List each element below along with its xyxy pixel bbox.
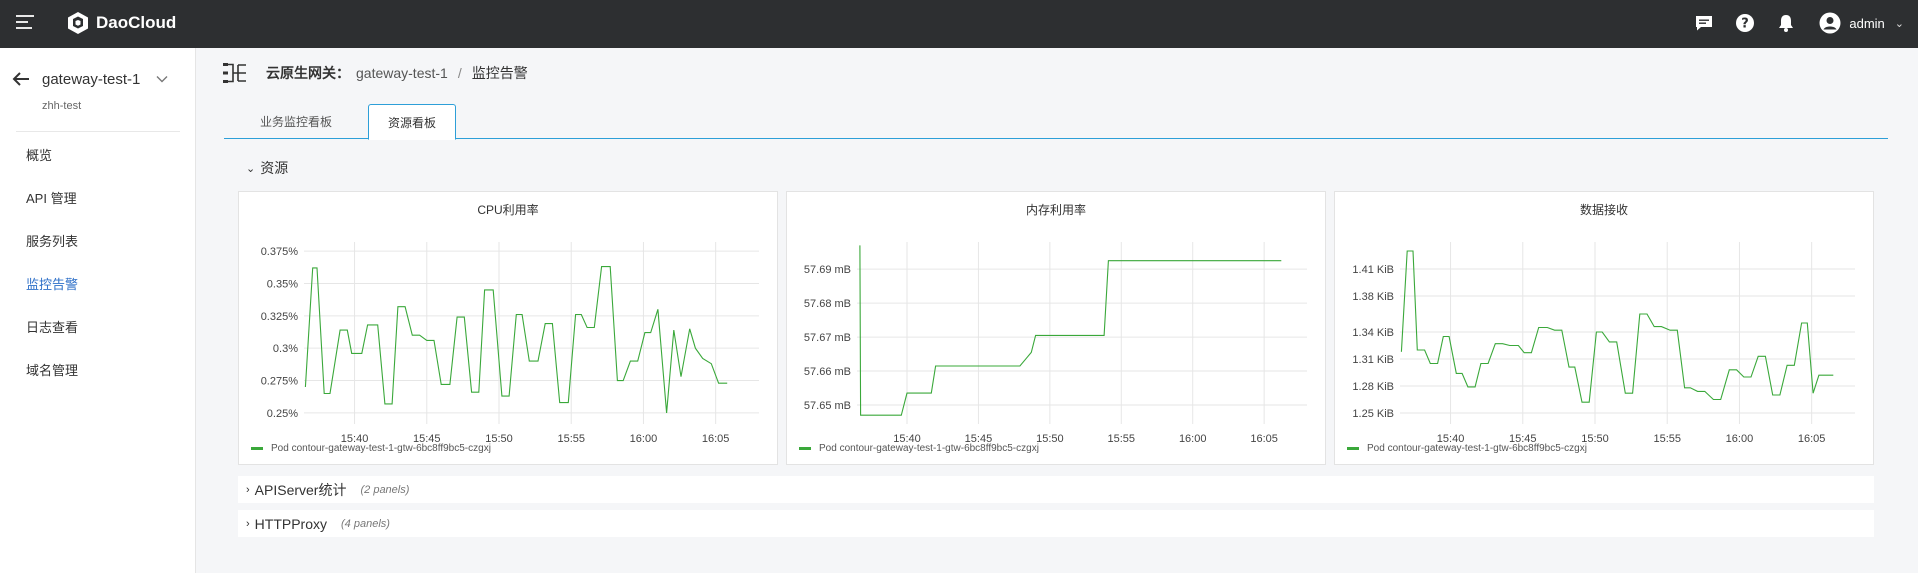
sidebar-item-domains[interactable]: 域名管理 — [26, 360, 78, 379]
daocloud-logo-icon — [68, 12, 88, 34]
x-tick-label: 15:50 — [1036, 433, 1064, 445]
help-icon[interactable]: ? — [1734, 12, 1756, 34]
y-tick-label: 1.41 KiB — [1352, 264, 1394, 276]
x-tick-label: 15:55 — [1653, 433, 1681, 445]
y-tick-label: 1.34 KiB — [1352, 327, 1394, 339]
gateway-icon — [223, 63, 246, 83]
sidebar-item-api-management[interactable]: API 管理 — [26, 188, 77, 207]
chart-svg: 57.69 mB 57.68 mB 57.67 mB 57.66 mB 57.65 mB… — [804, 242, 1307, 445]
y-tick-label: 57.68 mB — [804, 298, 851, 310]
sidebar: gateway-test-1 zhh-test 概览 API 管理 服务列表 监… — [0, 48, 196, 573]
series-line — [859, 245, 1282, 416]
top-bar: DaoCloud ? admin ⌄ — [0, 0, 1918, 48]
breadcrumb-root: 云原生网关： — [266, 65, 350, 81]
y-tick-label: 0.3% — [273, 343, 298, 355]
y-tick-label: 0.25% — [267, 408, 298, 420]
back-arrow-icon[interactable] — [12, 71, 30, 87]
chevron-down-icon: ⌄ — [246, 162, 256, 175]
section-httpproxy-toggle[interactable]: › HTTPProxy (4 panels) — [246, 516, 390, 532]
y-tick-label: 0.325% — [261, 311, 299, 323]
gateway-namespace: zhh-test — [42, 100, 82, 112]
sidebar-item-monitoring[interactable]: 监控告警 — [26, 274, 78, 293]
sidebar-item-overview[interactable]: 概览 — [26, 145, 52, 164]
y-tick-label: 1.38 KiB — [1352, 291, 1394, 303]
chevron-right-icon: › — [246, 484, 250, 496]
x-tick-label: 15:55 — [557, 433, 585, 445]
series-line — [304, 266, 728, 413]
gateway-name: gateway-test-1 — [42, 70, 141, 88]
sidebar-item-service-list[interactable]: 服务列表 — [26, 231, 78, 250]
chevron-down-icon[interactable] — [156, 75, 168, 83]
y-tick-label: 0.375% — [261, 246, 299, 258]
panel-count: (2 panels) — [360, 484, 410, 496]
y-tick-label: 0.275% — [261, 376, 299, 388]
legend-swatch — [251, 447, 263, 450]
y-tick-label: 1.31 KiB — [1352, 354, 1394, 366]
svg-text:?: ? — [1742, 17, 1750, 32]
brand-logo[interactable]: DaoCloud — [66, 11, 176, 35]
panel-count: (4 panels) — [341, 518, 390, 530]
section-title: APIServer统计 — [254, 482, 347, 498]
chevron-down-icon[interactable]: ⌄ — [1895, 17, 1904, 30]
y-tick-label: 57.66 mB — [804, 366, 851, 378]
legend-label: Pod contour-gateway-test-1-gtw-6bc8ff9bc… — [271, 443, 491, 454]
breadcrumb-separator: / — [457, 65, 462, 81]
chart-panel-memory: 内存利用率 57.69 mB 57.68 mB 57.67 mB 57.66 mB 57… — [786, 191, 1326, 465]
x-tick-label: 15:55 — [1108, 433, 1136, 445]
y-tick-label: 1.25 KiB — [1352, 408, 1394, 420]
legend-swatch — [1347, 447, 1359, 450]
tab-resource-dashboard[interactable]: 资源看板 — [368, 104, 456, 140]
y-tick-label: 1.28 KiB — [1352, 381, 1394, 393]
y-tick-label: 57.65 mB — [804, 400, 851, 412]
legend-label: Pod contour-gateway-test-1-gtw-6bc8ff9bc… — [1367, 443, 1587, 454]
chart-svg: 0.375%0.35%0.325%0.3%0.275%0.25%15:40 15:… — [261, 242, 759, 445]
x-tick-label: 16:05 — [1250, 433, 1278, 445]
chart-legend[interactable]: Pod contour-gateway-test-1-gtw-6bc8ff9bc… — [251, 443, 491, 454]
chart-legend[interactable]: Pod contour-gateway-test-1-gtw-6bc8ff9bc… — [799, 443, 1039, 454]
chart-panel-data-received: 数据接收 1.41 KiB 1.38 KiB 1.34 KiB 1.31 KiB 1.2… — [1334, 191, 1874, 465]
user-name[interactable]: admin — [1849, 16, 1884, 31]
user-avatar-icon[interactable] — [1819, 12, 1841, 34]
x-tick-label: 16:05 — [702, 433, 730, 445]
divider — [16, 131, 180, 132]
chevron-right-icon: › — [246, 518, 250, 530]
section-resources-toggle[interactable]: ⌄ 资源 — [246, 158, 288, 178]
x-tick-label: 16:00 — [1179, 433, 1207, 445]
gateway-switcher[interactable]: gateway-test-1 — [12, 68, 184, 90]
legend-swatch — [799, 447, 811, 450]
chart-panel-cpu: CPU利用率 0.375% 0.35% 0.325% 0.3% 0.275% 0.25% 1… — [238, 191, 778, 465]
y-tick-label: 0.35% — [267, 278, 298, 290]
breadcrumb-current: 监控告警 — [471, 65, 528, 81]
section-title: HTTPProxy — [254, 516, 328, 532]
legend-label: Pod contour-gateway-test-1-gtw-6bc8ff9bc… — [819, 443, 1039, 454]
x-tick-label: 16:00 — [1726, 433, 1754, 445]
tab-business-dashboard[interactable]: 业务监控看板 — [224, 104, 368, 139]
message-icon[interactable] — [1693, 12, 1715, 34]
bell-icon[interactable] — [1775, 12, 1797, 34]
sidebar-item-logs[interactable]: 日志查看 — [26, 317, 78, 336]
dashboard-tabs: 业务监控看板 资源看板 — [224, 104, 1888, 140]
section-apiserver-toggle[interactable]: › APIServer统计 (2 panels) — [246, 480, 409, 500]
breadcrumb: 云原生网关： gateway-test-1 / 监控告警 — [222, 62, 528, 84]
section-httpproxy-row[interactable] — [238, 510, 1874, 537]
x-tick-label: 16:05 — [1798, 433, 1826, 445]
y-tick-label: 57.69 mB — [804, 264, 851, 276]
chart-svg: 1.41 KiB 1.38 KiB 1.34 KiB 1.31 KiB 1.28 KiB… — [1352, 242, 1855, 445]
y-tick-label: 57.67 mB — [804, 332, 851, 344]
breadcrumb-gateway[interactable]: gateway-test-1 — [356, 65, 448, 81]
series-line — [1400, 250, 1834, 403]
brand-name: DaoCloud — [96, 13, 177, 32]
section-title: 资源 — [260, 160, 289, 176]
menu-icon[interactable] — [16, 15, 34, 31]
section-apiserver-row[interactable] — [238, 476, 1874, 503]
chart-legend[interactable]: Pod contour-gateway-test-1-gtw-6bc8ff9bc… — [1347, 443, 1587, 454]
main-content: 云原生网关： gateway-test-1 / 监控告警 业务监控看板 资源看板… — [196, 48, 1918, 573]
x-tick-label: 16:00 — [630, 433, 658, 445]
